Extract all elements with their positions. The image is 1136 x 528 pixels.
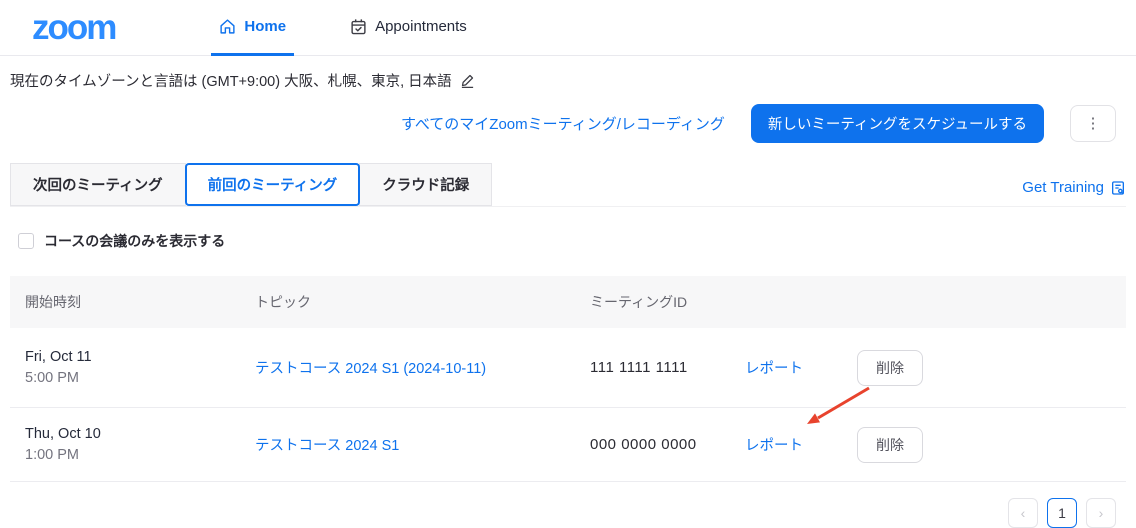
timezone-row: 現在のタイムゾーンと言語は (GMT+9:00) 大阪、札幌、東京, 日本語 xyxy=(10,70,1126,91)
vertical-ellipsis-icon: ⋮ xyxy=(1086,115,1101,132)
tab-previous-meetings[interactable]: 前回のミーティング xyxy=(185,163,361,206)
calendar-check-icon xyxy=(350,18,367,35)
current-page-button[interactable]: 1 xyxy=(1047,498,1077,528)
meeting-id: 111 1111 1111 xyxy=(590,359,745,376)
col-header-topic: トピック xyxy=(255,292,590,312)
header-nav: Home Appointments xyxy=(211,0,474,55)
chevron-right-icon: › xyxy=(1099,505,1104,521)
get-training-label: Get Training xyxy=(1022,179,1104,196)
table-header-row: 開始時刻 トピック ミーティングID xyxy=(10,276,1126,328)
table-body: Fri, Oct 11 5:00 PM テストコース 2024 S1 (2024… xyxy=(10,328,1126,482)
training-doc-icon xyxy=(1110,180,1126,196)
meeting-topic-link[interactable]: テストコース 2024 S1 xyxy=(255,438,399,454)
col-header-start-time: 開始時刻 xyxy=(25,292,255,312)
delete-button[interactable]: 削除 xyxy=(857,350,923,386)
meeting-id: 000 0000 0000 xyxy=(590,436,745,453)
nav-appointments-label: Appointments xyxy=(375,18,467,35)
top-header: zoom Home Appointments xyxy=(0,0,1136,56)
start-time-cell: Fri, Oct 11 5:00 PM xyxy=(25,349,255,386)
meeting-date: Fri, Oct 11 xyxy=(25,349,255,365)
course-only-label[interactable]: コースの会議のみを表示する xyxy=(44,231,225,251)
previous-meetings-table: 開始時刻 トピック ミーティングID Fri, Oct 11 5:00 PM テ… xyxy=(10,276,1126,482)
timezone-text: 現在のタイムゾーンと言語は (GMT+9:00) 大阪、札幌、東京, 日本語 xyxy=(10,70,452,91)
nav-item-appointments[interactable]: Appointments xyxy=(342,0,475,56)
schedule-meeting-button[interactable]: 新しいミーティングをスケジュールする xyxy=(751,104,1044,143)
prev-page-button[interactable]: ‹ xyxy=(1008,498,1038,528)
meetings-tabs-row: 次回のミーティング 前回のミーティング クラウド記録 Get Training xyxy=(10,163,1126,207)
nav-home-label: Home xyxy=(244,18,286,35)
actions-row: すべてのマイZoomミーティング/レコーディング 新しいミーティングをスケジュー… xyxy=(10,104,1126,143)
tab-cloud-recordings[interactable]: クラウド記録 xyxy=(359,163,492,206)
next-page-button[interactable]: › xyxy=(1086,498,1116,528)
report-link[interactable]: レポート xyxy=(745,361,803,377)
all-meetings-link[interactable]: すべてのマイZoomミーティング/レコーディング xyxy=(401,113,725,134)
edit-timezone-icon[interactable] xyxy=(460,73,475,88)
course-filter-row: コースの会議のみを表示する xyxy=(10,231,1126,251)
get-training-link[interactable]: Get Training xyxy=(1022,179,1126,206)
nav-item-home[interactable]: Home xyxy=(211,0,294,56)
zoom-logo[interactable]: zoom xyxy=(32,10,115,45)
chevron-left-icon: ‹ xyxy=(1021,505,1026,521)
meeting-time: 1:00 PM xyxy=(25,447,255,463)
main-content: 現在のタイムゾーンと言語は (GMT+9:00) 大阪、札幌、東京, 日本語 す… xyxy=(0,70,1136,528)
tab-upcoming-meetings[interactable]: 次回のミーティング xyxy=(10,163,186,206)
meeting-topic-link[interactable]: テストコース 2024 S1 (2024-10-11) xyxy=(255,361,486,377)
col-header-meeting-id: ミーティングID xyxy=(590,292,745,312)
pagination: ‹ 1 › xyxy=(10,498,1126,528)
start-time-cell: Thu, Oct 10 1:00 PM xyxy=(25,426,255,463)
zoom-web-portal: { "header": { "logo": "zoom", "nav": [ {… xyxy=(0,0,1136,526)
table-row: Fri, Oct 11 5:00 PM テストコース 2024 S1 (2024… xyxy=(10,328,1126,408)
meeting-date: Thu, Oct 10 xyxy=(25,426,255,442)
course-only-checkbox[interactable] xyxy=(18,233,34,249)
report-link[interactable]: レポート xyxy=(745,438,803,454)
meetings-tab-group: 次回のミーティング 前回のミーティング クラウド記録 xyxy=(10,163,491,206)
table-row: Thu, Oct 10 1:00 PM テストコース 2024 S1 000 0… xyxy=(10,408,1126,482)
more-options-button[interactable]: ⋮ xyxy=(1070,105,1116,142)
home-icon xyxy=(219,18,236,35)
delete-button[interactable]: 削除 xyxy=(857,427,923,463)
meeting-time: 5:00 PM xyxy=(25,370,255,386)
